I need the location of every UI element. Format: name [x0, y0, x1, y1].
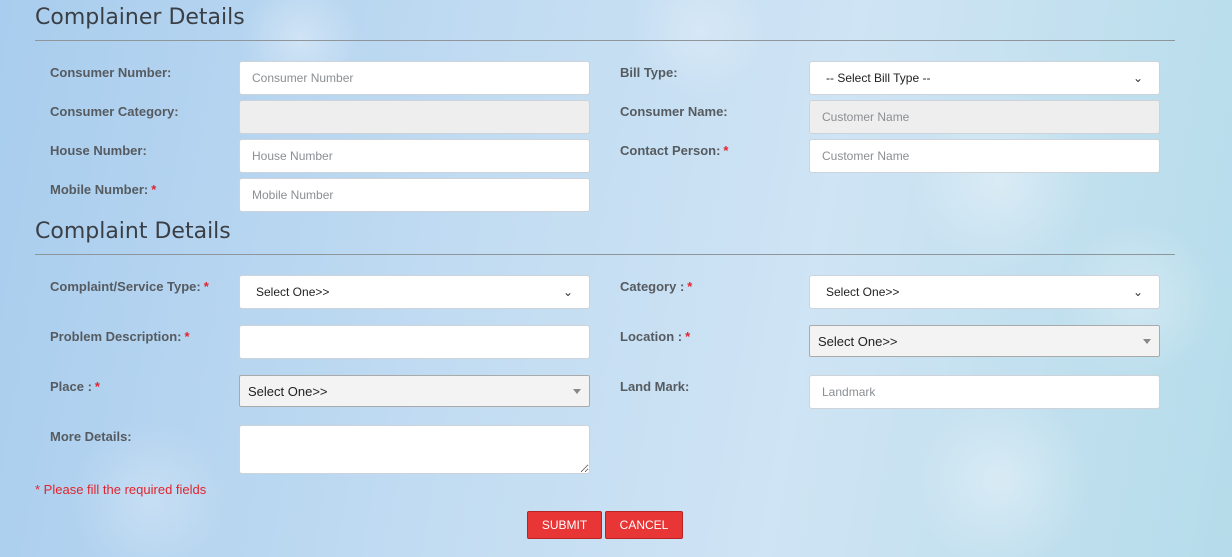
place-label: Place : *: [50, 379, 100, 394]
house-number-input[interactable]: [239, 139, 590, 173]
service-type-selected: Select One>>: [256, 285, 330, 299]
consumer-number-input[interactable]: [239, 61, 590, 95]
chevron-down-icon: ⌄: [1132, 71, 1143, 85]
chevron-down-icon: ⌄: [562, 285, 573, 299]
mobile-number-input[interactable]: [239, 178, 590, 212]
category-label: Category : *: [620, 279, 693, 294]
required-marker: *: [723, 143, 729, 158]
landmark-label: Land Mark:: [620, 379, 690, 394]
contact-person-input[interactable]: [809, 139, 1160, 173]
problem-description-label: Problem Description: *: [50, 329, 190, 344]
consumer-name-label: Consumer Name:: [620, 104, 728, 119]
complainer-details-title: Complainer Details: [35, 5, 245, 30]
more-details-textarea[interactable]: [239, 425, 590, 474]
chevron-down-icon: ⌄: [1132, 285, 1143, 299]
consumer-name-field: [809, 100, 1160, 134]
problem-description-input[interactable]: [239, 325, 590, 359]
required-marker: *: [151, 182, 157, 197]
place-select[interactable]: Select One>>: [239, 375, 590, 407]
consumer-category-field: [239, 100, 590, 134]
caret-down-icon: [573, 388, 581, 394]
required-marker: *: [687, 279, 693, 294]
category-selected: Select One>>: [826, 285, 900, 299]
required-marker: *: [184, 329, 190, 344]
consumer-number-label: Consumer Number:: [50, 65, 172, 80]
required-fields-note: * Please fill the required fields: [35, 482, 207, 497]
bill-type-label: Bill Type:: [620, 65, 678, 80]
place-selected: Select One>>: [248, 383, 328, 399]
required-marker: *: [685, 329, 691, 344]
service-type-select[interactable]: Select One>> ⌄: [239, 275, 590, 309]
consumer-category-label: Consumer Category:: [50, 104, 179, 119]
mobile-number-label: Mobile Number: *: [50, 182, 157, 197]
service-type-label: Complaint/Service Type: *: [50, 279, 209, 294]
landmark-input[interactable]: [809, 375, 1160, 409]
required-marker: *: [94, 379, 100, 394]
complaint-details-title: Complaint Details: [35, 219, 231, 244]
section-divider: [35, 254, 1175, 255]
submit-button[interactable]: SUBMIT: [527, 511, 602, 539]
caret-down-icon: [1143, 338, 1151, 344]
bill-type-selected: -- Select Bill Type --: [826, 71, 931, 85]
location-selected: Select One>>: [818, 333, 898, 349]
more-details-label: More Details:: [50, 429, 132, 444]
category-select[interactable]: Select One>> ⌄: [809, 275, 1160, 309]
house-number-label: House Number:: [50, 143, 147, 158]
cancel-button[interactable]: CANCEL: [605, 511, 683, 539]
location-select[interactable]: Select One>>: [809, 325, 1160, 357]
bill-type-select[interactable]: -- Select Bill Type -- ⌄: [809, 61, 1160, 95]
location-label: Location : *: [620, 329, 691, 344]
contact-person-label: Contact Person: *: [620, 143, 729, 158]
section-divider: [35, 40, 1175, 41]
required-marker: *: [203, 279, 209, 294]
